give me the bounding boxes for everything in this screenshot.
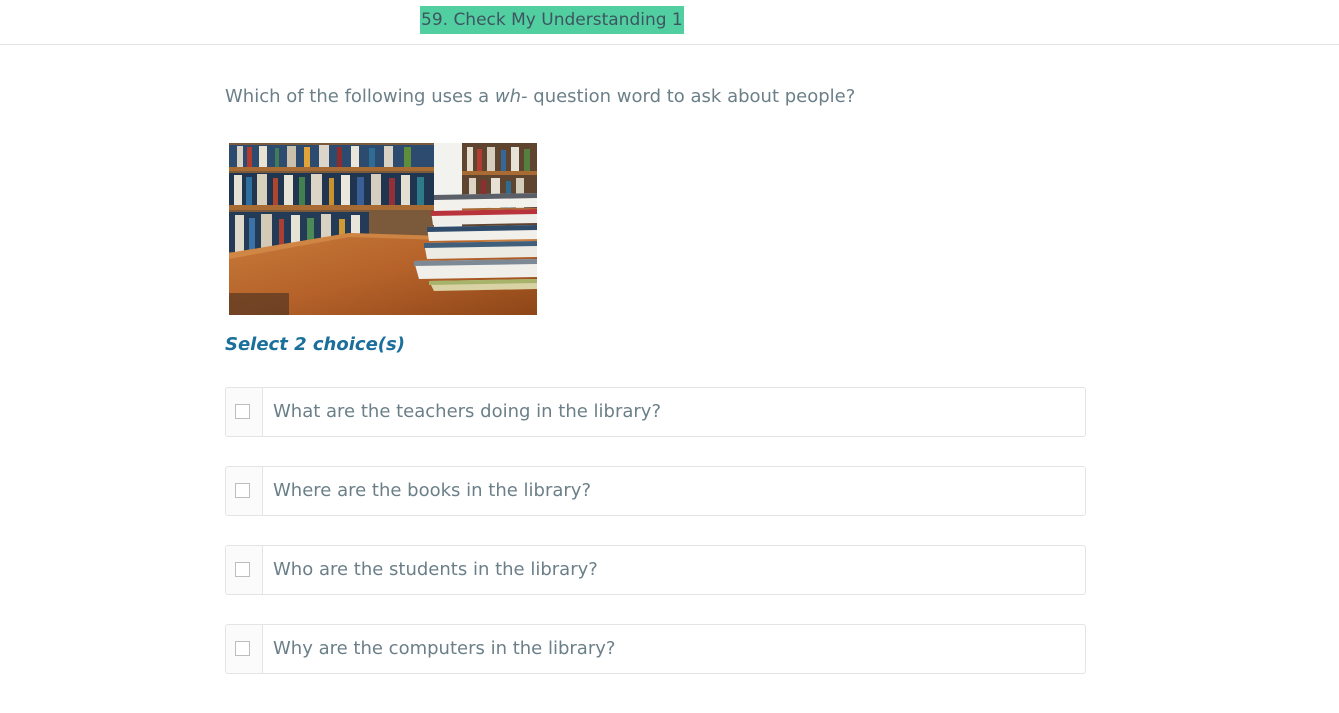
choice-checkbox-area[interactable] [226, 467, 263, 515]
question-emphasis: wh- [494, 86, 528, 107]
top-header: 59. Check My Understanding 1 [0, 0, 1339, 45]
choice-label[interactable]: Where are the books in the library? [273, 467, 591, 515]
choice-checkbox-area[interactable] [226, 388, 263, 436]
select-instruction: Select 2 choice(s) [225, 334, 405, 355]
choice-option-1[interactable]: What are the teachers doing in the libra… [225, 387, 1086, 437]
choice-label[interactable]: Why are the computers in the library? [273, 625, 615, 673]
choice-option-4[interactable]: Why are the computers in the library? [225, 624, 1086, 674]
choices-list: What are the teachers doing in the libra… [225, 387, 1086, 703]
question-suffix: question word to ask about people? [527, 86, 856, 107]
checkbox-icon[interactable] [235, 404, 250, 419]
checkbox-icon[interactable] [235, 483, 250, 498]
page-title: 59. Check My Understanding 1 [420, 6, 684, 34]
choice-label[interactable]: What are the teachers doing in the libra… [273, 388, 661, 436]
question-text: Which of the following uses a wh- questi… [225, 84, 855, 110]
choice-checkbox-area[interactable] [226, 625, 263, 673]
question-prefix: Which of the following uses a [225, 86, 495, 107]
choice-label[interactable]: Who are the students in the library? [273, 546, 598, 594]
library-image [229, 143, 537, 315]
choice-option-3[interactable]: Who are the students in the library? [225, 545, 1086, 595]
choice-checkbox-area[interactable] [226, 546, 263, 594]
checkbox-icon[interactable] [235, 641, 250, 656]
checkbox-icon[interactable] [235, 562, 250, 577]
choice-option-2[interactable]: Where are the books in the library? [225, 466, 1086, 516]
